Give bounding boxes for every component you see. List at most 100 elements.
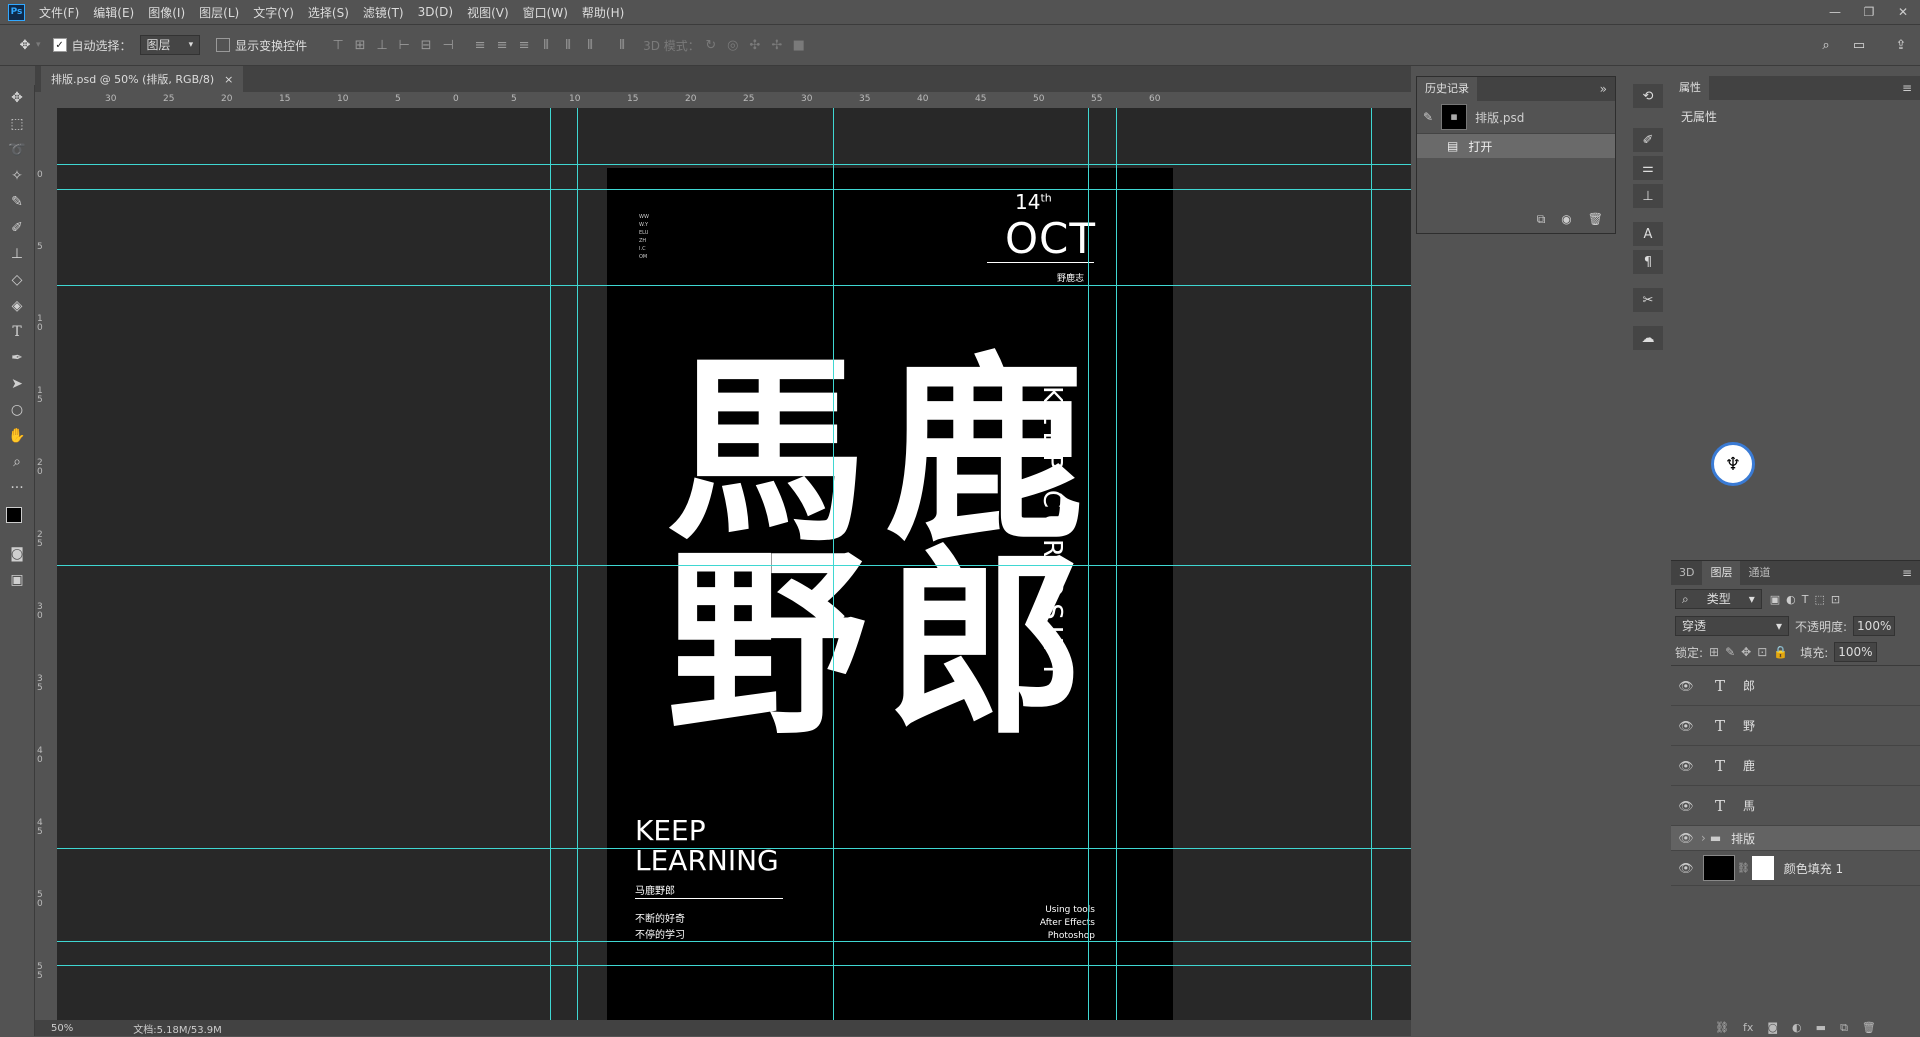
slide-3d-icon[interactable]: ✢ bbox=[766, 38, 788, 53]
lasso-tool-icon[interactable]: ➰ bbox=[0, 137, 34, 163]
eye-icon[interactable]: 👁 bbox=[1671, 831, 1701, 845]
minimize-button[interactable]: — bbox=[1818, 0, 1852, 24]
layer-filter-dropdown[interactable]: ⌕ 类型 ▾ bbox=[1675, 589, 1762, 609]
menu-layer[interactable]: 图层(L) bbox=[199, 4, 239, 21]
menu-view[interactable]: 视图(V) bbox=[467, 4, 509, 21]
ellipse-tool-icon[interactable]: ○ bbox=[0, 397, 34, 423]
align-bottom-icon[interactable]: ⊥ bbox=[371, 38, 393, 53]
align-hcenter-icon[interactable]: ⊟ bbox=[415, 38, 437, 53]
tools-preset-icon[interactable]: ✂ bbox=[1633, 288, 1663, 312]
document-tab[interactable]: 排版.psd @ 50% (排版, RGB/8) × bbox=[41, 66, 244, 92]
guide-horizontal[interactable] bbox=[57, 965, 1411, 966]
tab-layers[interactable]: 图层 bbox=[1702, 561, 1741, 585]
adjustment-icon[interactable]: ◐ bbox=[1792, 1021, 1802, 1035]
filter-type-icons[interactable]: ▣◐T⬚⊡ bbox=[1770, 593, 1846, 606]
history-step[interactable]: ▤ 打开 bbox=[1417, 134, 1615, 158]
auto-align-icon[interactable]: ⫴ bbox=[611, 38, 633, 53]
eyedropper-tool-icon[interactable]: ✎ bbox=[0, 189, 34, 215]
eye-icon[interactable]: 👁 bbox=[1671, 719, 1701, 733]
panel-menu-icon[interactable]: ≡ bbox=[1902, 81, 1912, 95]
distribute-vcenter-icon[interactable]: ≡ bbox=[491, 38, 513, 53]
pen-tool-icon[interactable]: ✒ bbox=[0, 345, 34, 371]
path-select-tool-icon[interactable]: ➤ bbox=[0, 371, 34, 397]
fill-input[interactable]: 100% bbox=[1834, 642, 1877, 662]
hand-tool-icon[interactable]: ✋ bbox=[0, 423, 34, 449]
restore-button[interactable]: ❐ bbox=[1852, 0, 1886, 24]
canvas-area[interactable]: WWW.YELUZHI.COM 14th OCT 野鹿志 馬 鹿 野 郎 KEE… bbox=[57, 108, 1411, 1020]
menu-select[interactable]: 选择(S) bbox=[308, 4, 349, 21]
paint-bucket-tool-icon[interactable]: ◈ bbox=[0, 293, 34, 319]
stamp-source-icon[interactable]: ⊥ bbox=[1633, 184, 1663, 208]
menu-edit[interactable]: 编辑(E) bbox=[93, 4, 134, 21]
new-document-icon[interactable]: ⧉ bbox=[1537, 212, 1546, 227]
menu-help[interactable]: 帮助(H) bbox=[582, 4, 624, 21]
align-right-icon[interactable]: ⊣ bbox=[437, 38, 459, 53]
history-snapshot[interactable]: ✎ ▦ 排版.psd bbox=[1417, 101, 1615, 134]
vertical-ruler[interactable]: 0 5 10 15 20 25 30 35 40 45 50 55 bbox=[35, 108, 58, 1020]
roll-3d-icon[interactable]: ◎ bbox=[722, 38, 744, 53]
align-vcenter-icon[interactable]: ⊞ bbox=[349, 38, 371, 53]
layer-row-ma[interactable]: 👁 T 馬 bbox=[1671, 786, 1920, 826]
add-mask-icon[interactable]: ◙ bbox=[1767, 1021, 1778, 1035]
menu-file[interactable]: 文件(F) bbox=[39, 4, 79, 21]
camera-icon[interactable]: ◉ bbox=[1561, 212, 1571, 227]
brush-settings-icon[interactable]: ✐ bbox=[1633, 128, 1663, 152]
guide-vertical[interactable] bbox=[577, 108, 578, 1020]
history-panel-icon[interactable]: ⟲ bbox=[1633, 84, 1663, 108]
deer-logo-badge[interactable]: ♆ bbox=[1711, 442, 1755, 486]
type-tool-icon[interactable]: T bbox=[0, 319, 34, 345]
marquee-tool-icon[interactable]: ⬚ bbox=[0, 111, 34, 137]
eye-icon[interactable]: 👁 bbox=[1671, 679, 1701, 693]
guide-vertical[interactable] bbox=[550, 108, 551, 1020]
share-icon[interactable]: ⇪ bbox=[1890, 38, 1912, 53]
collapse-icon[interactable]: » bbox=[1600, 82, 1607, 96]
foreground-color[interactable] bbox=[6, 507, 22, 523]
link-icon[interactable]: ⛓ bbox=[1737, 863, 1750, 874]
menu-type[interactable]: 文字(Y) bbox=[253, 4, 294, 21]
distribute-right-icon[interactable]: ⦀ bbox=[579, 38, 601, 53]
history-tab[interactable]: 历史记录 bbox=[1417, 77, 1477, 101]
move-tool-icon[interactable]: ✥ bbox=[14, 38, 36, 53]
tab-3d[interactable]: 3D bbox=[1671, 561, 1702, 585]
guide-horizontal[interactable] bbox=[57, 164, 1411, 165]
eye-icon[interactable]: 👁 bbox=[1671, 861, 1701, 875]
paragraph-icon[interactable]: ¶ bbox=[1633, 250, 1663, 274]
quick-mask-icon[interactable]: ◙ bbox=[0, 541, 34, 567]
close-tab-icon[interactable]: × bbox=[224, 73, 233, 86]
auto-select-dropdown[interactable]: 图层 ▾ bbox=[139, 35, 201, 55]
horizontal-ruler[interactable]: 30 25 20 15 10 5 0 5 10 15 20 25 30 35 40 45 50 55 60 bbox=[35, 92, 1411, 109]
menu-image[interactable]: 图像(I) bbox=[148, 4, 185, 21]
workspace-icon[interactable]: ▭ bbox=[1848, 38, 1870, 53]
more-tools-icon[interactable]: ··· bbox=[0, 475, 34, 501]
scale-3d-icon[interactable]: ■ bbox=[788, 38, 810, 53]
layer-row-fill[interactable]: 👁 ⛓ 颜色填充 1 bbox=[1671, 851, 1920, 886]
distribute-hcenter-icon[interactable]: ⦀ bbox=[557, 38, 579, 53]
panel-menu-icon[interactable]: ≡ bbox=[1902, 566, 1912, 580]
stamp-tool-icon[interactable]: ⊥ bbox=[0, 241, 34, 267]
move-tool-icon[interactable]: ✥ bbox=[0, 85, 34, 111]
close-button[interactable]: ✕ bbox=[1886, 0, 1920, 24]
align-left-icon[interactable]: ⊢ bbox=[393, 38, 415, 53]
properties-tab[interactable]: 属性 bbox=[1671, 76, 1709, 100]
trash-icon[interactable]: 🗑 bbox=[1862, 1021, 1876, 1035]
layer-row-lang[interactable]: 👁 T 郎 bbox=[1671, 666, 1920, 706]
guide-horizontal[interactable] bbox=[57, 189, 1411, 190]
new-layer-icon[interactable]: ⧉ bbox=[1840, 1021, 1848, 1035]
zoom-tool-icon[interactable]: ⌕ bbox=[0, 449, 34, 475]
guide-vertical[interactable] bbox=[833, 108, 834, 1020]
orbit-3d-icon[interactable]: ↻ bbox=[700, 38, 722, 53]
guide-horizontal[interactable] bbox=[57, 565, 1411, 566]
magic-wand-tool-icon[interactable]: ✧ bbox=[0, 163, 34, 189]
color-swatches[interactable] bbox=[0, 501, 34, 541]
menu-window[interactable]: 窗口(W) bbox=[523, 4, 568, 21]
screen-mode-icon[interactable]: ▣ bbox=[0, 567, 34, 593]
chevron-down-icon[interactable]: ▾ bbox=[36, 40, 41, 50]
new-group-icon[interactable]: ▬ bbox=[1816, 1021, 1826, 1035]
tab-channels[interactable]: 通道 bbox=[1740, 561, 1778, 585]
menu-filter[interactable]: 滤镜(T) bbox=[363, 4, 404, 21]
blend-mode-dropdown[interactable]: 穿透 ▾ bbox=[1675, 616, 1789, 636]
eye-icon[interactable]: 👁 bbox=[1671, 799, 1701, 813]
show-transform-checkbox[interactable] bbox=[216, 38, 231, 52]
align-top-icon[interactable]: ⊤ bbox=[327, 38, 349, 53]
guide-horizontal[interactable] bbox=[57, 848, 1411, 849]
